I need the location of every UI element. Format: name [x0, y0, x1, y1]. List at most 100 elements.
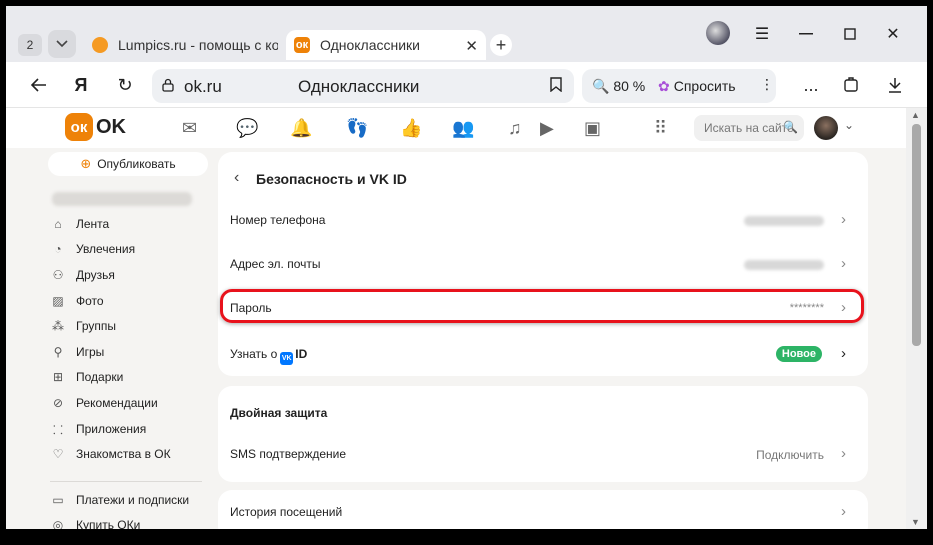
ok-logo-text[interactable]: OK — [96, 116, 126, 139]
notifications-icon[interactable]: 🔔 — [290, 118, 312, 139]
dating-icon: ♡ — [52, 447, 64, 461]
sidebar-item-interests[interactable]: ◔ Увлечения — [50, 239, 135, 259]
plus-circle-icon: ⊕ — [80, 156, 92, 171]
sidebar-item-feed[interactable]: ⌂ Лента — [50, 214, 109, 234]
yandex-icon[interactable]: Я — [68, 72, 94, 98]
photo-icon: ▨ — [52, 294, 64, 308]
alice-icon: ✿ — [658, 78, 670, 94]
sidebar-item-gifts[interactable]: ⊞ Подарки — [50, 367, 123, 387]
close-tab-icon[interactable]: ✕ — [465, 37, 478, 55]
likes-icon[interactable]: 👍 — [400, 118, 422, 139]
two-factor-title: Двойная защита — [230, 406, 328, 420]
zoom-level[interactable]: 🔍 80 % — [592, 78, 645, 95]
discussions-icon[interactable]: 💬 — [236, 118, 258, 139]
chevron-right-icon: › — [841, 445, 846, 462]
site-header: ок OK ✉ 💬 🔔 👣 👍 👥 ♫ ▶ ▣ ⠿ Искать на сайт… — [6, 108, 906, 148]
lumpics-favicon-icon — [92, 37, 108, 53]
search-icon: 🔍 — [783, 120, 798, 134]
extensions-icon[interactable] — [838, 72, 864, 98]
apps-grid-icon[interactable]: ⠿ — [654, 118, 667, 139]
chevron-down-icon — [56, 40, 68, 48]
scroll-down-icon[interactable]: ▼ — [911, 517, 920, 527]
site-search-input[interactable]: Искать на сайте 🔍 — [694, 115, 804, 141]
home-icon: ⌂ — [54, 217, 62, 231]
email-row[interactable]: Адрес эл. почты › — [230, 250, 856, 278]
zoom-assistant-bar: 🔍 80 % ✿ Спросить ⋮ — [582, 69, 776, 103]
new-badge: Новое — [775, 346, 822, 362]
calendar-icon[interactable]: ▣ — [584, 118, 601, 139]
chevron-right-icon: › — [841, 211, 846, 228]
vk-logo-icon: VK — [280, 352, 294, 365]
friends-icon: ⚇ — [52, 268, 64, 282]
sidebar-item-recommendations[interactable]: ⊘ Рекомендации — [50, 393, 158, 413]
user-avatar[interactable] — [814, 116, 838, 140]
interests-icon: ◔ — [54, 242, 62, 256]
scroll-up-icon[interactable]: ▲ — [911, 110, 920, 120]
chevron-right-icon: › — [841, 503, 846, 520]
vkid-row[interactable]: Узнать о VK ID Новое › — [230, 340, 856, 368]
sidebar-item-apps[interactable]: ⸬ Приложения — [50, 419, 146, 439]
music-icon[interactable]: ♫ — [508, 118, 522, 139]
tab-title: Одноклассники — [320, 37, 421, 53]
video-icon[interactable]: ▶ — [540, 118, 554, 139]
tab-odnoklassniki[interactable]: ок Одноклассники ✕ — [286, 30, 486, 60]
new-tab-button[interactable]: + — [490, 34, 512, 56]
phone-value-blurred — [744, 216, 824, 226]
sidebar-item-games[interactable]: ⚲ Игры — [50, 342, 105, 362]
games-icon: ⚲ — [53, 345, 63, 359]
recommendations-icon: ⊘ — [52, 396, 64, 410]
sidebar-item-buy-oks[interactable]: ◎ Купить ОКи — [50, 515, 141, 529]
groups-icon: ⁂ — [52, 319, 64, 333]
tab-bar: 2 Lumpics.ru - помощь с ком ок Однокласс… — [6, 6, 927, 62]
more-vertical-icon[interactable]: ⋮ — [760, 76, 774, 93]
address-bar[interactable]: ok.ru Одноклассники — [152, 69, 574, 103]
maximize-icon[interactable] — [836, 24, 864, 44]
user-name-blurred[interactable] — [52, 192, 192, 206]
ok-favicon-icon: ок — [294, 37, 310, 53]
chevron-right-icon: › — [841, 255, 846, 272]
back-chevron-icon[interactable]: ‹ — [234, 169, 239, 187]
friends-header-icon[interactable]: 👥 — [452, 118, 474, 139]
security-card: ‹ Безопасность и VK ID Номер телефона › … — [218, 152, 868, 376]
coins-icon: ◎ — [52, 518, 64, 529]
profile-avatar[interactable] — [706, 21, 730, 45]
sms-confirmation-row[interactable]: SMS подтверждение Подключить › — [230, 440, 856, 468]
connect-action[interactable]: Подключить — [756, 448, 824, 462]
bookmark-icon[interactable] — [550, 77, 562, 97]
chevron-down-icon[interactable]: ⌄ — [844, 118, 854, 132]
url-page-title: Одноклассники — [298, 77, 420, 96]
download-icon[interactable] — [882, 72, 908, 98]
close-window-icon[interactable]: ✕ — [879, 24, 907, 44]
tab-title: Lumpics.ru - помощь с ком — [118, 37, 278, 53]
sidebar-item-photo[interactable]: ▨ Фото — [50, 291, 103, 311]
apps-icon: ⸬ — [53, 422, 63, 437]
guests-icon[interactable]: 👣 — [346, 118, 368, 139]
browser-window: 2 Lumpics.ru - помощь с ком ок Однокласс… — [6, 6, 927, 529]
back-arrow-icon[interactable] — [26, 72, 52, 98]
tab-lumpics[interactable]: Lumpics.ru - помощь с ком — [92, 30, 278, 60]
chevron-right-icon: › — [841, 345, 846, 362]
ok-logo-icon[interactable]: ок — [65, 113, 93, 141]
sidebar-item-friends[interactable]: ⚇ Друзья — [50, 265, 115, 285]
publish-button[interactable]: ⊕ Опубликовать — [48, 152, 208, 176]
page-title: Безопасность и VK ID — [256, 171, 407, 187]
messages-icon[interactable]: ✉ — [182, 118, 197, 139]
sidebar-divider — [50, 481, 202, 482]
phone-row[interactable]: Номер телефона › — [230, 206, 856, 234]
more-menu-button[interactable]: ... — [798, 72, 824, 98]
url-host: ok.ru — [184, 77, 222, 96]
sidebar-item-dating[interactable]: ♡ Знакомства в ОК — [50, 444, 171, 464]
page-scrollbar[interactable]: ▲ ▼ — [906, 108, 927, 529]
tab-count-badge[interactable]: 2 — [18, 34, 42, 56]
scroll-thumb[interactable] — [912, 124, 921, 346]
sidebar-item-groups[interactable]: ⁂ Группы — [50, 316, 116, 336]
ask-button[interactable]: ✿ Спросить — [658, 78, 736, 95]
menu-icon[interactable]: ☰ — [748, 24, 776, 44]
password-highlight-frame — [220, 289, 864, 323]
tab-list-button[interactable] — [48, 30, 76, 58]
minimize-icon[interactable] — [792, 24, 820, 44]
visit-history-row[interactable]: История посещений › — [230, 498, 856, 526]
sidebar-item-payments[interactable]: ▭ Платежи и подписки — [50, 490, 189, 510]
reload-icon[interactable]: ↻ — [112, 72, 138, 98]
lock-icon — [162, 78, 174, 95]
